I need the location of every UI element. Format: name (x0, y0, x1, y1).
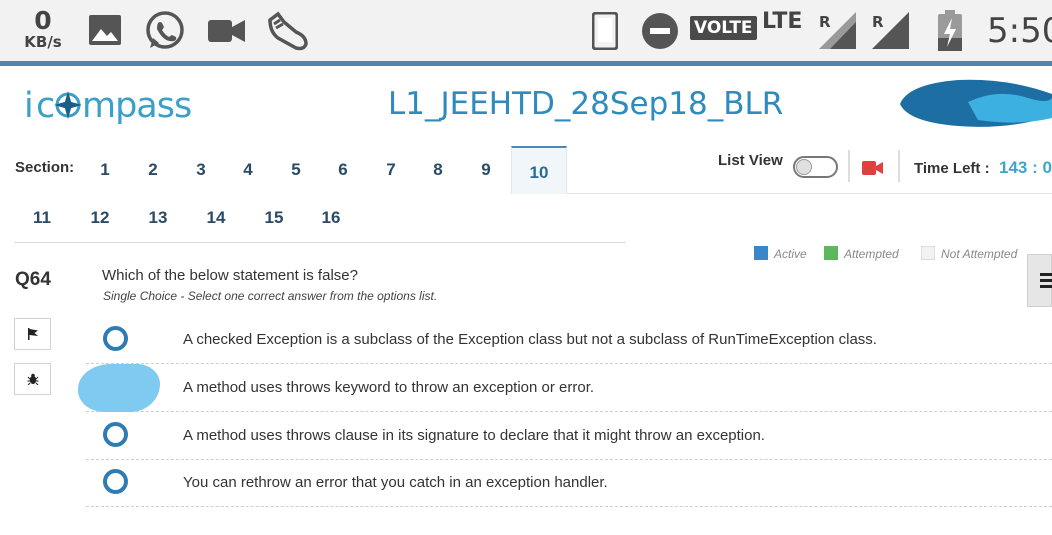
radio-button[interactable] (103, 422, 128, 447)
section-tab-10[interactable]: 10 (511, 146, 567, 194)
report-bug-button[interactable] (14, 363, 51, 395)
signal-icon (872, 12, 909, 49)
question-palette-toggle[interactable] (1027, 254, 1052, 307)
option-text: A method uses throws keyword to throw an… (183, 379, 595, 396)
list-view-toggle[interactable] (793, 156, 838, 178)
shoe-icon (268, 11, 308, 51)
question-text: Which of the below statement is false? (102, 267, 358, 284)
section-tab-2[interactable]: 2 (138, 160, 168, 180)
flag-icon (28, 328, 38, 340)
svg-text:i: i (24, 86, 33, 126)
option-text: A checked Exception is a subclass of the… (183, 331, 877, 348)
radio-button[interactable] (103, 326, 128, 351)
signal-icon (819, 12, 856, 49)
camera-icon[interactable] (862, 160, 884, 176)
page-title: L1_JEEHTD_28Sep18_BLR (388, 86, 784, 122)
divider (14, 242, 626, 243)
legend-attempted-swatch (824, 246, 838, 260)
network-type: LTE (762, 9, 803, 34)
option-text: A method uses throws clause in its signa… (183, 427, 765, 444)
section-tab-10-label: 10 (529, 163, 549, 182)
bug-icon (27, 373, 39, 385)
status-bar: 0 KB/s VOLTE LTE R R 5:5 (0, 0, 1052, 62)
screen: 0 KB/s VOLTE LTE R R 5:5 i c mpass L1_JE… (0, 0, 1052, 535)
section-tab-6[interactable]: 6 (328, 160, 358, 180)
whatsapp-icon (146, 11, 184, 49)
legend-not-attempted: Not Attempted (921, 246, 1017, 261)
menu-icon (1040, 273, 1052, 291)
divider (898, 150, 900, 182)
list-view-label: List View (718, 152, 783, 169)
section-tab-9[interactable]: 9 (471, 160, 501, 180)
divider (848, 150, 850, 182)
data-rate: 0 KB/s (20, 8, 66, 51)
section-tab-5[interactable]: 5 (281, 160, 311, 180)
section-tab-14[interactable]: 14 (201, 208, 231, 228)
legend-attempted-label: Attempted (844, 247, 899, 261)
radio-button[interactable] (103, 469, 128, 494)
do-not-disturb-icon (642, 13, 678, 49)
section-tab-8[interactable]: 8 (423, 160, 453, 180)
data-rate-unit: KB/s (24, 33, 62, 51)
flag-button[interactable] (14, 318, 51, 350)
section-tab-12[interactable]: 12 (85, 208, 115, 228)
legend-attempted: Attempted (824, 246, 899, 261)
section-tab-7[interactable]: 7 (376, 160, 406, 180)
section-tab-16[interactable]: 16 (316, 208, 346, 228)
legend-active-label: Active (774, 247, 807, 261)
data-rate-value: 0 (34, 6, 52, 35)
legend-active-swatch (754, 246, 768, 260)
section-tab-13[interactable]: 13 (143, 208, 173, 228)
gallery-icon (89, 15, 121, 45)
brand-logo (900, 79, 1052, 127)
time-left-value: 143 : 0 (999, 158, 1052, 177)
volte-badge: VOLTE (690, 16, 757, 40)
svg-text:c: c (36, 86, 54, 126)
answer-option[interactable]: A method uses throws keyword to throw an… (86, 364, 1052, 412)
answer-option[interactable]: A method uses throws clause in its signa… (86, 412, 1052, 460)
svg-text:mpass: mpass (82, 86, 191, 126)
section-tab-3[interactable]: 3 (186, 160, 216, 180)
section-tab-11[interactable]: 11 (27, 208, 57, 228)
icompass-logo: i c mpass (24, 82, 194, 128)
question-number: Q64 (15, 269, 51, 290)
video-camera-icon (208, 20, 245, 42)
time-left-label: Time Left : (914, 160, 990, 177)
icompass-logo-mark: i c mpass (24, 86, 192, 126)
clock: 5:50 (987, 11, 1052, 51)
battery-charging-icon (938, 10, 962, 51)
divider (86, 506, 1052, 507)
section-tab-1[interactable]: 1 (90, 160, 120, 180)
answer-option[interactable]: You can rethrow an error that you catch … (86, 459, 1052, 507)
divider (567, 193, 1052, 194)
phone-icon (592, 12, 618, 50)
legend-not-attempted-label: Not Attempted (941, 247, 1018, 261)
answer-option[interactable]: A checked Exception is a subclass of the… (86, 316, 1052, 364)
toggle-knob (796, 159, 812, 175)
section-tab-4[interactable]: 4 (233, 160, 263, 180)
legend-active: Active (754, 246, 807, 261)
section-label: Section: (15, 159, 75, 176)
legend-not-attempted-swatch (921, 246, 935, 260)
section-tab-15[interactable]: 15 (259, 208, 289, 228)
redaction-scribble (78, 364, 160, 412)
question-hint: Single Choice - Select one correct answe… (103, 289, 438, 303)
option-text: You can rethrow an error that you catch … (183, 474, 608, 491)
header-divider (0, 61, 1052, 66)
